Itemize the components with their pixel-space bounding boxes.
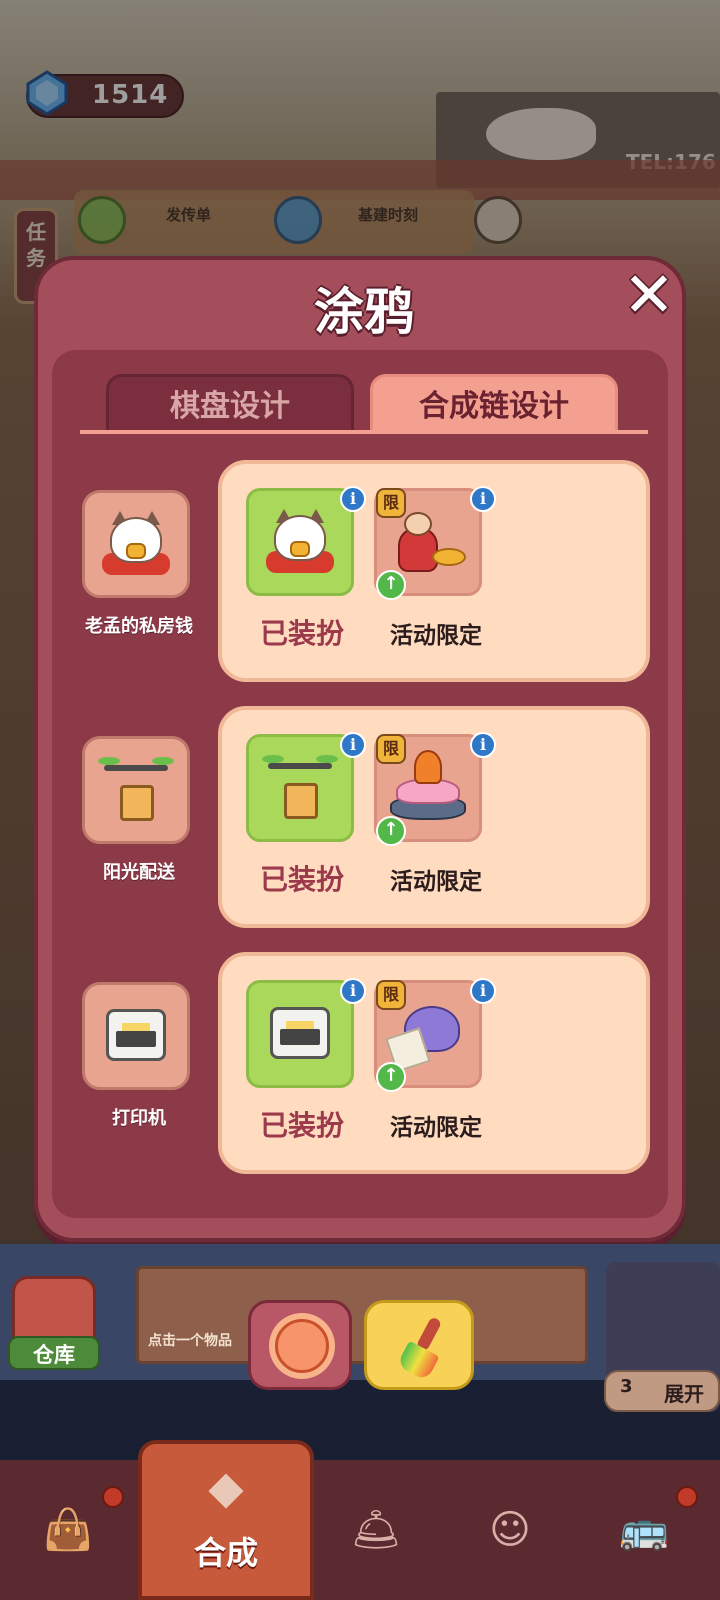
nav-merge-label: 合成 [193,1534,258,1572]
source-item-name: 老孟的私房钱 [85,616,193,637]
source-item-name: 阳光配送 [103,862,175,883]
nav-merge[interactable]: ◆ 合成 [138,1440,314,1600]
brush-button[interactable] [364,1300,474,1390]
character-icon: ☺ [489,1507,531,1553]
tray-hint: 点击一个物品 [148,1333,232,1349]
limited-badge: 限 [376,488,406,518]
upgrade-arrow-icon: ↑ [376,1062,406,1092]
list-item: 老孟的私房钱 i 限 ↑ i 已装扮 活动限定 [38,460,690,692]
tab-board-design[interactable]: 棋盘设计 [106,374,354,434]
list-item: 阳光配送 i 限 ↑ i 已装扮 活动限定 [38,706,690,938]
equipped-status: 已装扮 [259,617,344,650]
limited-status: 活动限定 [390,869,482,895]
limited-status: 活动限定 [390,623,482,649]
info-icon[interactable]: i [470,978,496,1004]
limited-badge: 限 [376,734,406,764]
bag-icon: 👜 [43,1507,93,1553]
bus-icon: 🚌 [619,1507,669,1553]
lucky-cat-icon [264,507,336,577]
lucky-cat-icon [100,509,172,579]
expand-count: 3 [620,1376,633,1397]
info-icon[interactable]: i [340,732,366,758]
upgrade-arrow-icon: ↑ [376,816,406,846]
merge-icon: ◆ [208,1460,244,1514]
info-icon[interactable]: i [340,486,366,512]
equipped-skin-slot[interactable] [246,734,354,842]
sun-button[interactable] [248,1300,352,1390]
equipped-skin-slot[interactable] [246,980,354,1088]
nav-character[interactable]: ☺ [470,1490,550,1570]
close-icon[interactable]: ✕ [614,262,684,332]
tab-divider [80,430,648,434]
nav-bag[interactable]: 👜 [28,1490,108,1570]
printer-icon [266,999,334,1069]
skin-panel: i 限 ↑ i 已装扮 活动限定 [218,952,650,1174]
delivery-drone-icon [98,755,174,825]
nav-service[interactable]: 🛎 [336,1490,416,1570]
source-item-tile[interactable] [82,982,190,1090]
skin-panel: i 限 ↑ i 已装扮 活动限定 [218,706,650,928]
equipped-status: 已装扮 [259,1109,344,1142]
equipped-status: 已装扮 [259,863,344,896]
source-item-tile[interactable] [82,490,190,598]
tab-merge-chain-design[interactable]: 合成链设计 [370,374,618,434]
graffiti-modal: 涂鸦 棋盘设计 合成链设计 老孟的私房钱 i 限 ↑ i 已装扮 活动限定 阳光… [34,256,686,1242]
sun-icon [275,1319,329,1373]
delivery-drone-icon [262,753,338,823]
service-bell-icon: 🛎 [350,1507,402,1553]
upgrade-arrow-icon: ↑ [376,570,406,600]
expand-label: 展开 [664,1382,704,1406]
limited-status: 活动限定 [390,1115,482,1141]
source-item-name: 打印机 [112,1108,166,1129]
paintbrush-icon [396,1316,443,1382]
skin-panel: i 限 ↑ i 已装扮 活动限定 [218,460,650,682]
warehouse-button[interactable]: 仓库 [8,1276,100,1376]
design-tabs: 棋盘设计 合成链设计 [80,374,648,434]
source-item-tile[interactable] [82,736,190,844]
warehouse-label: 仓库 [8,1336,100,1370]
equipped-skin-slot[interactable] [246,488,354,596]
list-item: 打印机 i 限 ↑ i 已装扮 活动限定 [38,952,690,1184]
limited-badge: 限 [376,980,406,1010]
info-icon[interactable]: i [470,732,496,758]
printer-icon [102,1001,170,1071]
info-icon[interactable]: i [340,978,366,1004]
modal-title: 涂鸦 [314,283,414,341]
nav-bus[interactable]: 🚌 [604,1490,684,1570]
info-icon[interactable]: i [470,486,496,512]
